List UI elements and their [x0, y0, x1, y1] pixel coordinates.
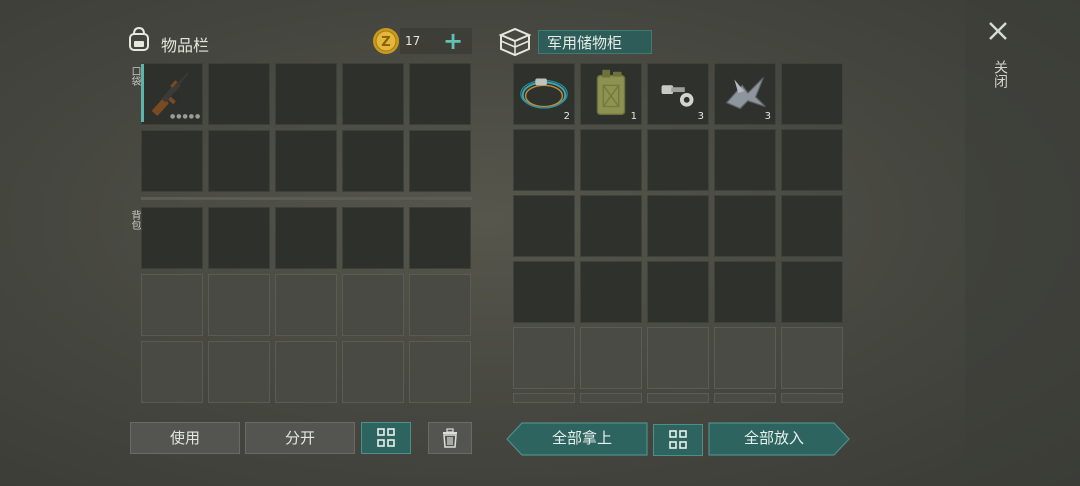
storage-slot[interactable] — [580, 195, 642, 257]
sort-button[interactable] — [361, 422, 411, 454]
pocket-slot[interactable] — [141, 130, 203, 192]
currency-value: 17 — [405, 34, 421, 48]
locked-slot — [342, 341, 404, 403]
storage-box-icon — [498, 27, 532, 57]
put-all-button[interactable]: 全部放入 — [712, 423, 836, 455]
pocket-slot[interactable] — [275, 130, 337, 192]
section-divider — [141, 197, 472, 200]
close-icon[interactable] — [987, 20, 1009, 42]
grid-icon — [377, 428, 395, 447]
storage-slot[interactable] — [580, 129, 642, 191]
backpack-slot[interactable] — [275, 207, 337, 269]
storage-title: 军用储物柜 — [538, 30, 652, 54]
pocket-slot[interactable] — [342, 130, 404, 192]
locked-slot — [208, 274, 270, 336]
pocket-label: 口袋 — [129, 66, 140, 86]
svg-text:Z: Z — [381, 35, 390, 50]
locked-slot — [781, 327, 843, 389]
backpack-icon — [129, 26, 149, 51]
storage-slot[interactable] — [580, 261, 642, 323]
storage-slot[interactable]: 1 — [580, 63, 642, 125]
pocket-slot-weapon[interactable]: ●●●●● — [141, 63, 203, 125]
locked-slot — [141, 341, 203, 403]
locked-slot — [275, 274, 337, 336]
storage-slot[interactable] — [781, 261, 843, 323]
storage-slot[interactable] — [513, 195, 575, 257]
storage-slot[interactable] — [714, 195, 776, 257]
selected-marker — [141, 64, 144, 122]
close-button-label[interactable]: 关闭 — [989, 60, 1008, 88]
add-currency-button[interactable]: + — [443, 28, 463, 54]
item-quantity: 3 — [697, 111, 704, 122]
storage-slot[interactable] — [647, 261, 709, 323]
item-quantity: 3 — [764, 111, 771, 122]
durability-dots: ●●●●● — [170, 113, 202, 120]
right-side-panel — [965, 0, 1080, 486]
use-button[interactable]: 使用 — [130, 422, 240, 454]
backpack-slot[interactable] — [208, 207, 270, 269]
storage-slot[interactable] — [781, 63, 843, 125]
storage-slot[interactable] — [714, 129, 776, 191]
storage-slot[interactable] — [647, 129, 709, 191]
item-quantity: 1 — [630, 111, 637, 122]
locked-slot — [409, 274, 471, 336]
locked-slot — [580, 393, 642, 403]
coin-icon: Z — [373, 28, 399, 54]
storage-slot[interactable] — [513, 129, 575, 191]
pocket-slot[interactable] — [409, 63, 471, 125]
pocket-slot[interactable] — [208, 130, 270, 192]
locked-slot — [275, 341, 337, 403]
locked-slot — [647, 327, 709, 389]
storage-slot[interactable]: 3 — [714, 63, 776, 125]
pocket-slot[interactable] — [208, 63, 270, 125]
item-quantity: 2 — [563, 111, 570, 122]
locked-slot — [141, 274, 203, 336]
locked-slot — [714, 393, 776, 403]
locked-slot — [342, 274, 404, 336]
backpack-slot[interactable] — [141, 207, 203, 269]
trash-icon — [443, 428, 457, 448]
storage-slot[interactable] — [714, 261, 776, 323]
split-button[interactable]: 分开 — [245, 422, 355, 454]
locked-slot — [208, 341, 270, 403]
storage-slot[interactable] — [781, 195, 843, 257]
storage-slot[interactable]: 3 — [647, 63, 709, 125]
pocket-slot[interactable] — [275, 63, 337, 125]
locked-slot — [409, 341, 471, 403]
storage-slot[interactable] — [513, 261, 575, 323]
delete-button[interactable] — [428, 422, 472, 454]
locked-slot — [781, 393, 843, 403]
storage-slot[interactable] — [781, 129, 843, 191]
pocket-slot[interactable] — [342, 63, 404, 125]
backpack-slot[interactable] — [342, 207, 404, 269]
grid-icon — [669, 430, 687, 449]
backpack-label: 背包 — [129, 210, 140, 230]
take-all-button[interactable]: 全部拿上 — [520, 423, 644, 455]
backpack-slot[interactable] — [409, 207, 471, 269]
locked-slot — [513, 327, 575, 389]
locked-slot — [580, 327, 642, 389]
storage-slot[interactable] — [647, 195, 709, 257]
storage-sort-button[interactable] — [653, 424, 703, 456]
locked-slot — [714, 327, 776, 389]
storage-slot[interactable]: 2 — [513, 63, 575, 125]
locked-slot — [647, 393, 709, 403]
inventory-title: 物品栏 — [161, 36, 210, 55]
pocket-slot[interactable] — [409, 130, 471, 192]
locked-slot — [513, 393, 575, 403]
